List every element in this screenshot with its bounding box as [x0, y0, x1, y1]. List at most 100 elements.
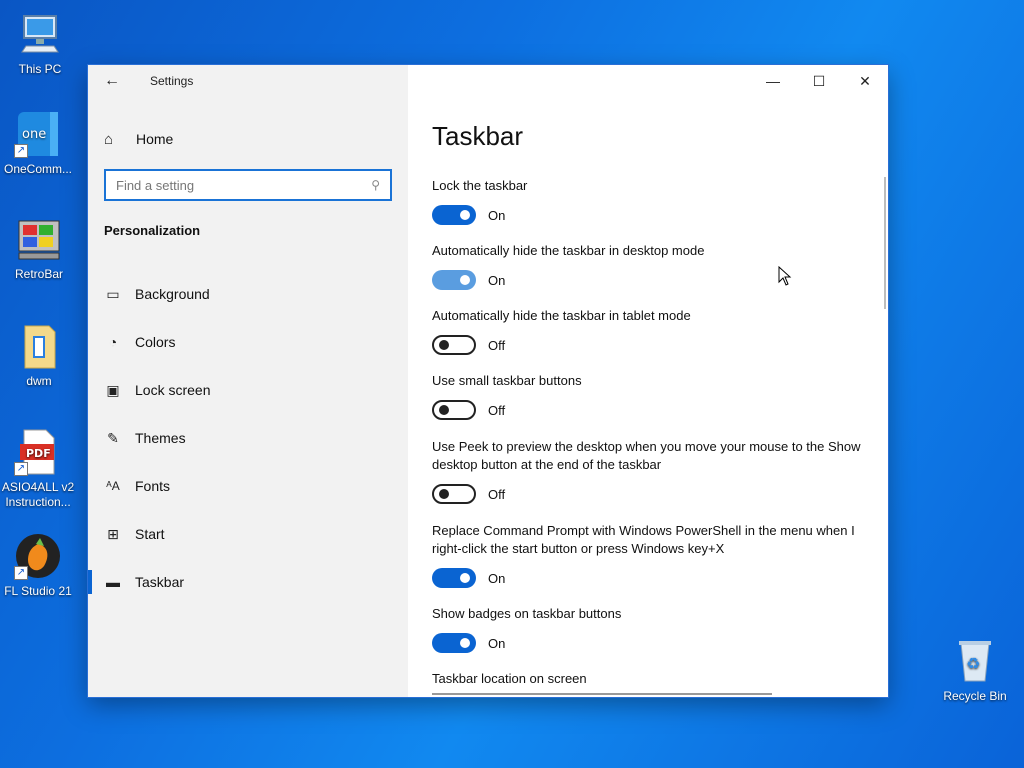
sidebar-item-themes[interactable]: ✎ Themes	[88, 414, 408, 462]
peek-toggle[interactable]	[432, 484, 476, 504]
svg-text:one: one	[22, 127, 46, 142]
setting-small-buttons: Use small taskbar buttons Off	[432, 372, 862, 420]
setting-label: Taskbar location on screen	[432, 671, 587, 686]
lock-taskbar-toggle[interactable]	[432, 205, 476, 225]
desktop-icon-retrobar[interactable]: RetroBar	[1, 215, 77, 282]
search-box: ⚲	[104, 169, 392, 201]
setting-peek: Use Peek to preview the desktop when you…	[432, 438, 862, 504]
start-icon: ⊞	[107, 525, 119, 542]
page-title: Taskbar	[432, 121, 524, 151]
sidebar-item-label: Colors	[135, 334, 176, 350]
autohide-desktop-toggle[interactable]	[432, 270, 476, 290]
app-title: Settings	[150, 74, 194, 88]
sidebar: ← Settings ⌂ Home ⚲ Personalization ▭ Ba…	[88, 65, 408, 697]
toggle-state: Off	[488, 402, 506, 418]
setting-autohide-desktop: Automatically hide the taskbar in deskto…	[432, 242, 862, 290]
setting-taskbar-location: Taskbar location on screen	[432, 670, 862, 688]
search-icon[interactable]: ⚲	[371, 178, 380, 192]
desktop-icon-label: ASIO4ALL v2 Instruction...	[1, 480, 75, 509]
sidebar-item-fonts[interactable]: ᴬA Fonts	[88, 462, 408, 510]
setting-label: Lock the taskbar	[432, 178, 528, 193]
main-content: — ☐ ✕ Taskbar Lock the taskbar On Automa…	[408, 65, 888, 697]
desktop-icon-onecommander[interactable]: one ↗ OneComm...	[0, 110, 76, 177]
toggle-state: Off	[488, 337, 506, 353]
maximize-icon[interactable]: ☐	[796, 65, 842, 97]
sidebar-item-label: Start	[135, 526, 165, 542]
themes-icon: ✎	[107, 429, 119, 446]
desktop-icon-label: RetroBar	[14, 267, 64, 281]
toggle-state: On	[488, 207, 506, 223]
desktop-icon-label: Recycle Bin	[943, 689, 1007, 703]
sidebar-item-background[interactable]: ▭ Background	[88, 270, 408, 318]
sidebar-item-colors[interactable]: ◔ Colors	[88, 318, 408, 366]
sidebar-item-lock-screen[interactable]: ▣ Lock screen	[88, 366, 408, 414]
onecommander-icon: one ↗	[14, 110, 62, 158]
setting-label: Automatically hide the taskbar in deskto…	[432, 243, 705, 258]
section-title: Personalization	[104, 223, 201, 238]
desktop-icon-label: FL Studio 21	[4, 584, 72, 598]
sidebar-item-label: Themes	[135, 430, 186, 446]
sidebar-item-label: Lock screen	[135, 382, 211, 398]
setting-label: Show badges on taskbar buttons	[432, 606, 622, 621]
toggle-state: On	[488, 272, 506, 288]
desktop-icon-recycle-bin[interactable]: ♻ Recycle Bin	[937, 637, 1013, 704]
setting-label: Replace Command Prompt with Windows Powe…	[432, 523, 855, 556]
taskbar-icon: ▬	[106, 574, 120, 590]
palette-icon: ◔	[108, 334, 118, 350]
setting-powershell: Replace Command Prompt with Windows Powe…	[432, 522, 862, 588]
shortcut-arrow-icon: ↗	[14, 566, 28, 580]
folder-icon	[15, 322, 63, 370]
setting-autohide-tablet: Automatically hide the taskbar in tablet…	[432, 307, 862, 355]
autohide-tablet-toggle[interactable]	[432, 335, 476, 355]
sidebar-item-start[interactable]: ⊞ Start	[88, 510, 408, 558]
badges-toggle[interactable]	[432, 633, 476, 653]
sidebar-nav: ▭ Background ◔ Colors ▣ Lock screen ✎ Th…	[88, 270, 408, 606]
retrobar-icon	[15, 215, 63, 263]
desktop-icon-asio4all[interactable]: PDF ↗ ASIO4ALL v2 Instruction...	[0, 428, 76, 510]
desktop-icon-dwm[interactable]: dwm	[1, 322, 77, 389]
setting-label: Automatically hide the taskbar in tablet…	[432, 308, 691, 323]
shortcut-arrow-icon: ↗	[14, 462, 28, 476]
toggle-state: On	[488, 635, 506, 651]
mouse-cursor-icon	[778, 266, 792, 286]
sidebar-item-label: Background	[135, 286, 210, 302]
lock-screen-icon: ▣	[106, 381, 120, 398]
fl-studio-icon: ↗	[14, 532, 62, 580]
desktop-icon-this-pc[interactable]: This PC	[2, 10, 78, 77]
small-buttons-toggle[interactable]	[432, 400, 476, 420]
desktop-icon-fl-studio[interactable]: ↗ FL Studio 21	[0, 532, 76, 599]
desktop-icon-label: dwm	[26, 374, 52, 388]
image-icon: ▭	[106, 285, 120, 302]
close-icon[interactable]: ✕	[842, 65, 888, 97]
minimize-icon[interactable]: —	[750, 65, 796, 97]
desktop-icon-label: This PC	[18, 62, 62, 76]
scrollbar[interactable]	[884, 177, 886, 309]
shortcut-arrow-icon: ↗	[14, 144, 28, 158]
sidebar-item-taskbar[interactable]: ▬ Taskbar	[88, 558, 408, 606]
computer-icon	[16, 10, 64, 58]
window-controls: — ☐ ✕	[750, 65, 888, 97]
pdf-file-icon: PDF ↗	[14, 428, 62, 476]
sidebar-item-label: Fonts	[135, 478, 171, 494]
taskbar-location-dropdown[interactable]	[432, 693, 772, 697]
home-icon: ⌂	[104, 130, 114, 148]
powershell-toggle[interactable]	[432, 568, 476, 588]
setting-badges: Show badges on taskbar buttons On	[432, 605, 862, 653]
toggle-state: Off	[488, 486, 506, 502]
fonts-icon: ᴬA	[106, 479, 120, 493]
svg-text:♻: ♻	[966, 654, 980, 673]
toggle-state: On	[488, 570, 506, 586]
setting-label: Use small taskbar buttons	[432, 373, 582, 388]
pdf-badge-text: PDF	[26, 447, 51, 460]
home-label: Home	[136, 131, 174, 147]
titlebar: ← Settings	[88, 65, 408, 99]
back-arrow-icon[interactable]: ←	[102, 71, 122, 91]
settings-window: ← Settings ⌂ Home ⚲ Personalization ▭ Ba…	[88, 65, 888, 697]
search-input[interactable]	[116, 177, 356, 193]
sidebar-item-label: Taskbar	[135, 574, 185, 590]
home-link[interactable]: ⌂ Home	[104, 129, 173, 149]
setting-label: Use Peek to preview the desktop when you…	[432, 439, 861, 472]
recycle-bin-icon: ♻	[951, 637, 999, 685]
desktop-icon-label: OneComm...	[3, 162, 72, 176]
setting-lock-taskbar: Lock the taskbar On	[432, 177, 862, 225]
